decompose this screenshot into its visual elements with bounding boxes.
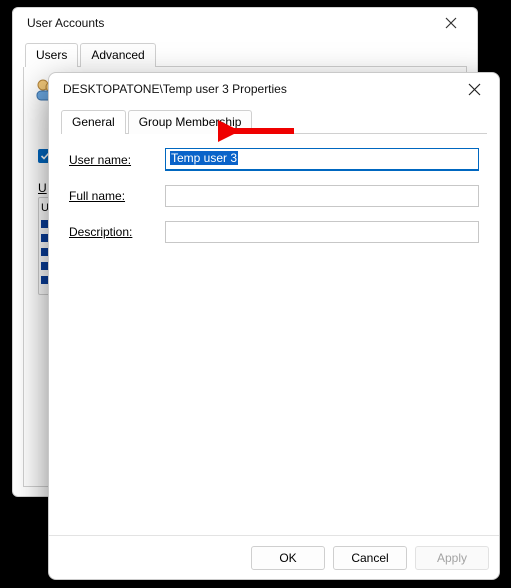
input-user-name-value: Temp user 3	[170, 151, 238, 165]
apply-button[interactable]: Apply	[415, 546, 489, 570]
input-description[interactable]	[165, 221, 479, 243]
properties-title: DESKTOPATONE\Temp user 3 Properties	[63, 82, 287, 96]
user-accounts-titlebar: User Accounts	[13, 8, 477, 38]
input-full-name[interactable]	[165, 185, 479, 207]
close-button-parent[interactable]	[431, 11, 471, 35]
tab-general[interactable]: General	[61, 110, 126, 134]
user-accounts-title: User Accounts	[27, 16, 104, 30]
user-properties-dialog: DESKTOPATONE\Temp user 3 Properties Gene…	[48, 72, 500, 580]
close-icon	[445, 17, 457, 29]
field-user-name: User name: Temp user 3	[69, 148, 479, 171]
users-section-label: U	[38, 181, 47, 195]
tab-group-membership[interactable]: Group Membership	[128, 110, 253, 134]
close-icon	[468, 83, 481, 96]
close-button-modal[interactable]	[453, 76, 495, 102]
label-user-name: User name:	[69, 153, 165, 167]
parent-tabs: Users Advanced	[25, 42, 467, 67]
label-full-name: Full name:	[69, 189, 165, 203]
cancel-button[interactable]: Cancel	[333, 546, 407, 570]
ok-button[interactable]: OK	[251, 546, 325, 570]
properties-titlebar: DESKTOPATONE\Temp user 3 Properties	[49, 73, 499, 105]
field-description: Description:	[69, 221, 479, 243]
properties-tabs: General Group Membership	[61, 109, 487, 134]
input-user-name[interactable]: Temp user 3	[165, 148, 479, 171]
general-panel: User name: Temp user 3 Full name: Descri…	[61, 134, 487, 434]
properties-body: General Group Membership User name: Temp…	[49, 105, 499, 535]
properties-footer: OK Cancel Apply	[49, 535, 499, 579]
tab-users[interactable]: Users	[25, 43, 78, 67]
tab-advanced[interactable]: Advanced	[80, 43, 155, 67]
field-full-name: Full name:	[69, 185, 479, 207]
label-description: Description:	[69, 225, 165, 239]
